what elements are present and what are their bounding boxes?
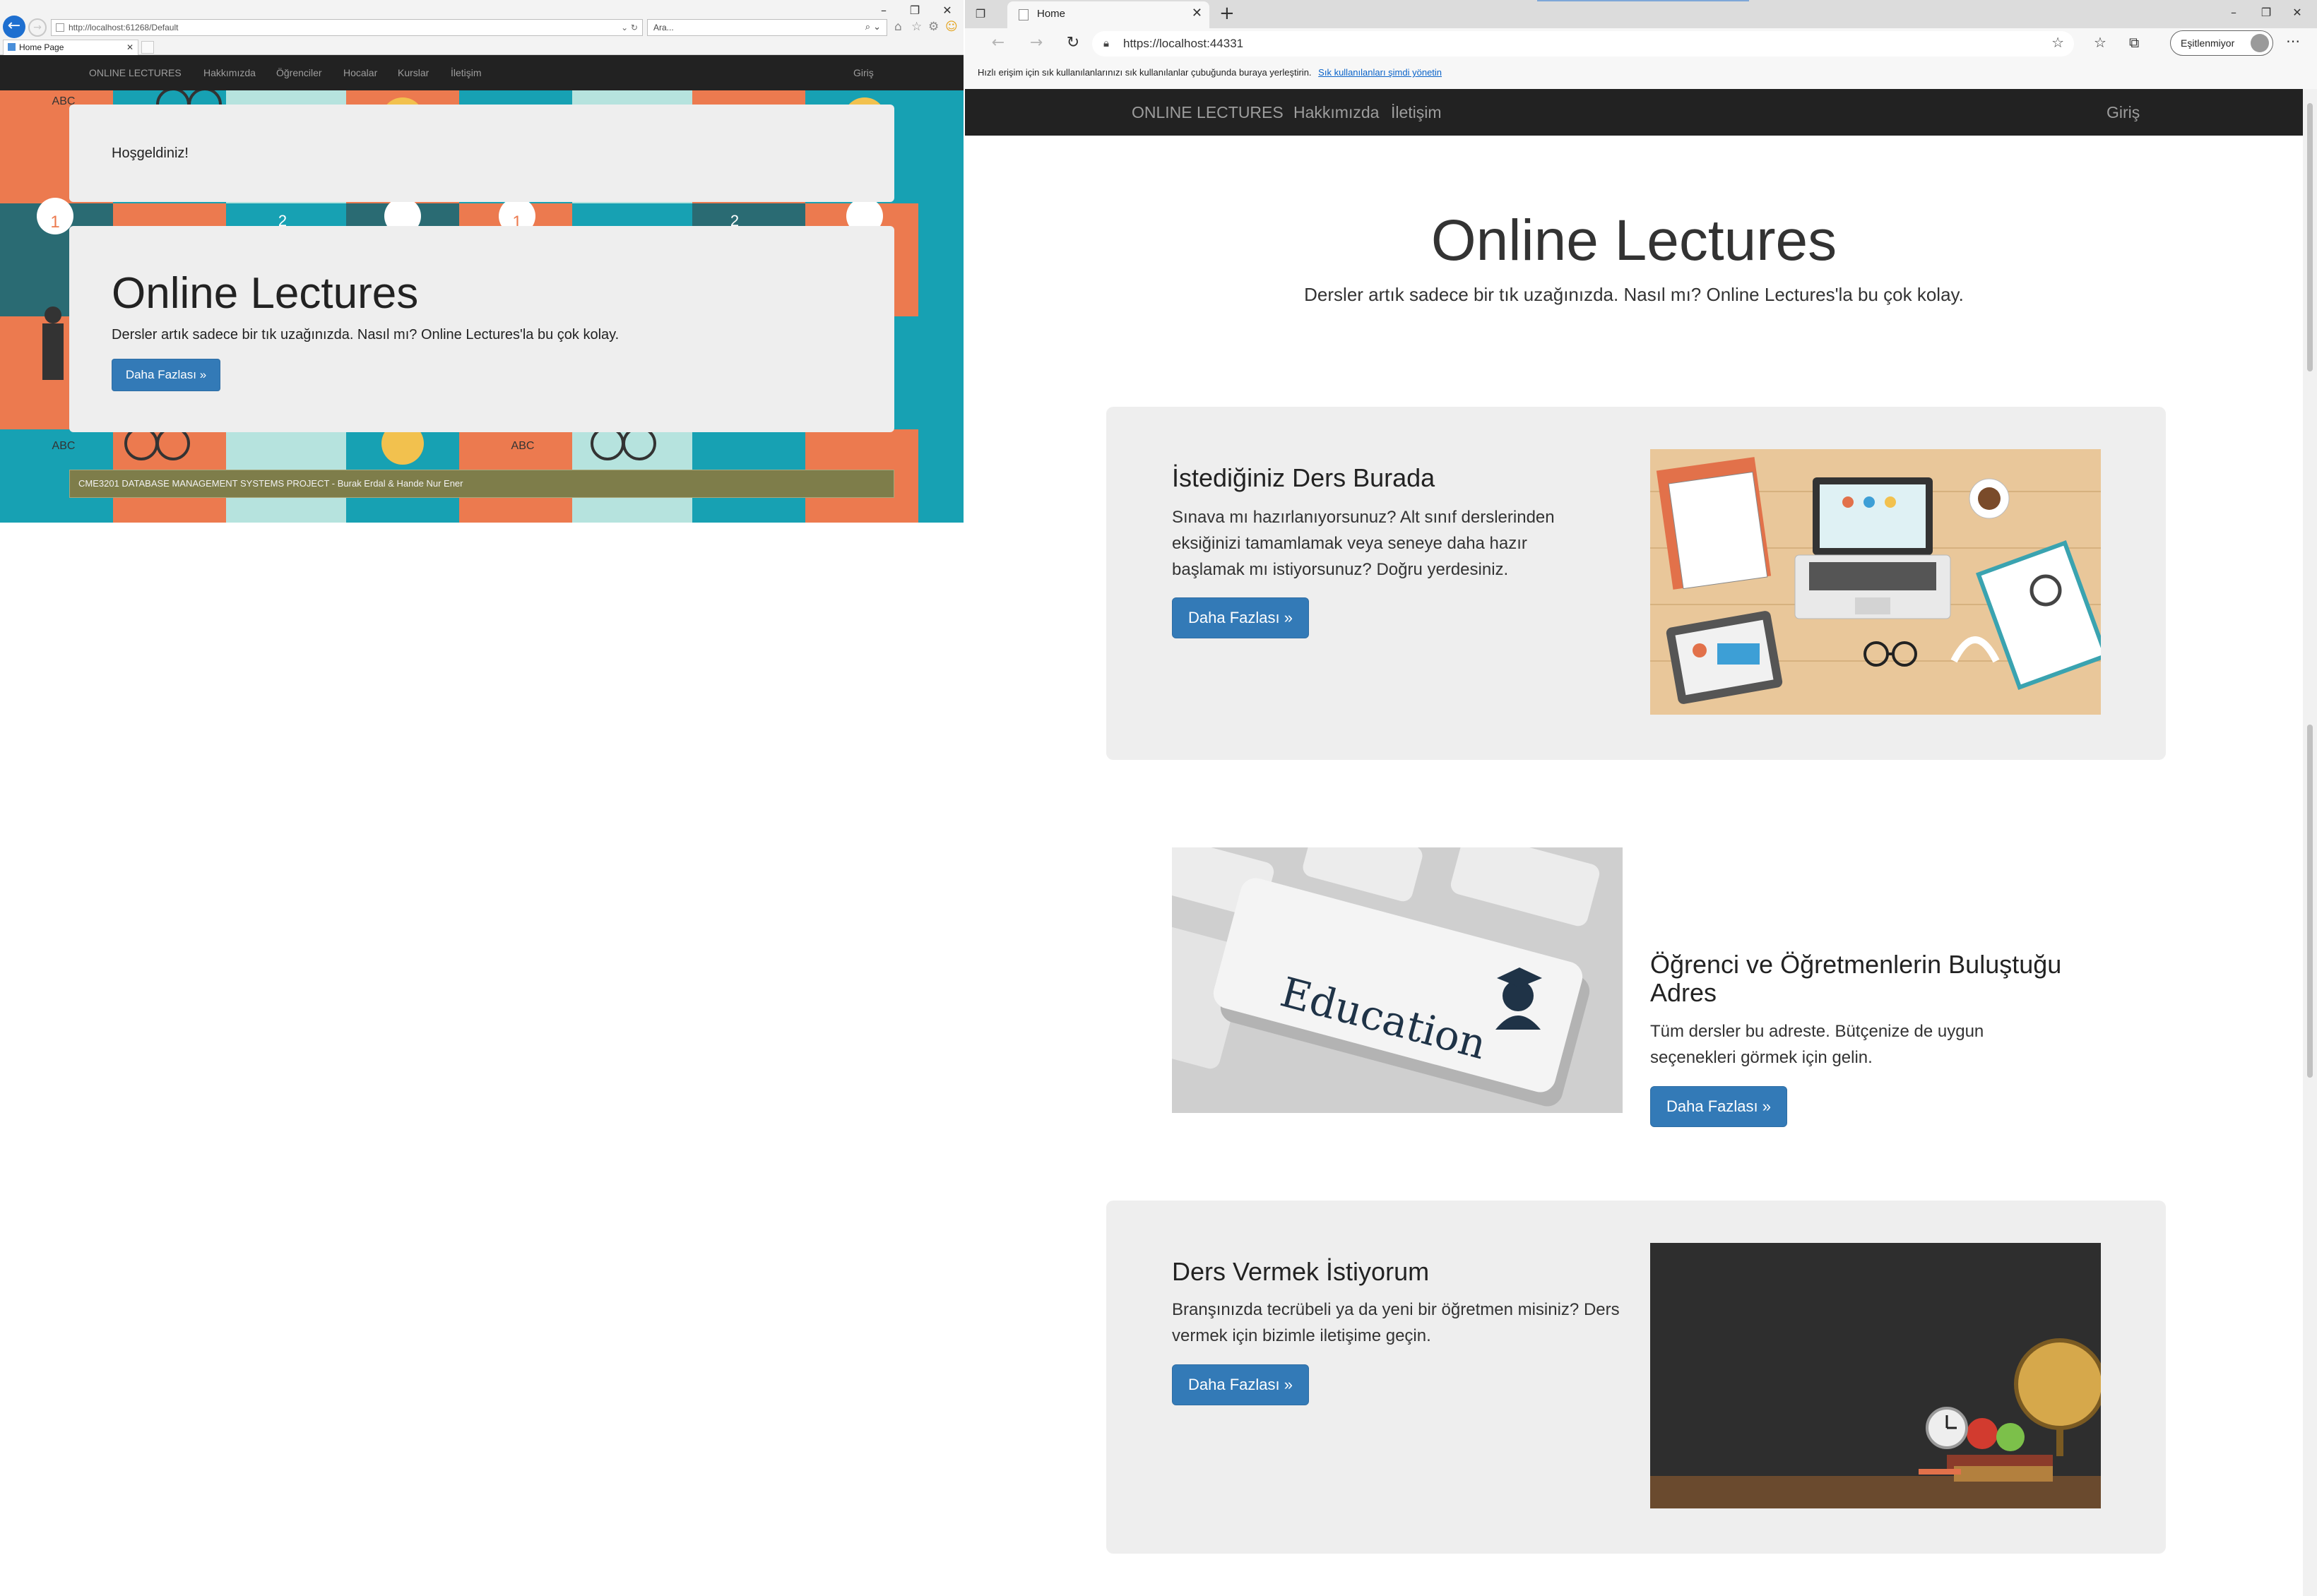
page-icon — [1019, 9, 1029, 20]
restore-button[interactable]: ❐ — [2252, 3, 2280, 23]
close-window-button[interactable]: ✕ — [937, 3, 958, 18]
badge-one-label: 1 — [50, 213, 59, 232]
search-icon[interactable]: ⌕ ⌄ — [865, 20, 881, 35]
feature-card-course: İstediğiniz Ders Burada Sınava mı hazırl… — [1106, 407, 2166, 760]
forward-icon[interactable]: → — [1026, 32, 1047, 54]
star-icon[interactable]: ☆ — [911, 20, 922, 34]
new-tab-button[interactable]: + — [1219, 3, 1235, 24]
navbar: ONLINE LECTURES Hakkımızda İletişim Giri… — [965, 89, 2303, 136]
feature-text: Sınava mı hazırlanıyorsunuz? Alt sınıf d… — [1172, 508, 1555, 579]
manage-favorites-link[interactable]: Sık kullanılanları şimdi yönetin — [1318, 67, 1442, 78]
loading-indicator — [1537, 0, 1749, 1]
nav-login[interactable]: Giriş — [853, 55, 874, 90]
nav-brand[interactable]: ONLINE LECTURES — [89, 55, 182, 90]
address-bar[interactable]: http://localhost:61268/Default ⌄ ↻ — [51, 19, 643, 36]
jumbotron: Online Lectures Dersler artık sadece bir… — [69, 226, 894, 432]
page-viewport: ONLINE LECTURES Hakkımızda İletişim Giri… — [965, 89, 2303, 1596]
nav-item-ogrenciler[interactable]: Öğrenciler — [276, 55, 322, 90]
add-favorite-icon[interactable]: ☆ — [2051, 34, 2064, 51]
smiley-icon[interactable]: ☺ — [945, 20, 958, 34]
ie-browser-window: – ❐ ✕ ← → http://localhost:61268/Default… — [0, 0, 964, 523]
close-tab-icon[interactable]: ✕ — [126, 40, 134, 54]
welcome-text: Hoşgeldiniz! — [112, 145, 189, 161]
tab-title: Home — [1037, 8, 1066, 20]
refresh-icon[interactable]: ↻ — [1062, 32, 1084, 54]
nav-item-hakkimizda[interactable]: Hakkımızda — [203, 55, 256, 90]
nav-login[interactable]: Giriş — [2106, 89, 2140, 136]
back-icon[interactable]: ← — [988, 32, 1009, 54]
nav-brand[interactable]: ONLINE LECTURES — [1132, 89, 1284, 136]
feature-text: Tüm dersler bu adreste. Bütçenize de uyg… — [1650, 1022, 1984, 1067]
tab-actions-icon[interactable]: ❐ — [972, 6, 989, 23]
nav-item-hakkimizda[interactable]: Hakkımızda — [1293, 89, 1379, 136]
collections-icon[interactable]: ⧉ — [2129, 34, 2139, 51]
profile-status: Eşitlenmiyor — [2181, 37, 2235, 49]
favorites-bar-text: Hızlı erişim için sık kullanılanlarınızı… — [978, 67, 1312, 78]
address-bar[interactable]: 🔒︎ https://localhost:44331 ☆ — [1092, 31, 2074, 56]
hero-title: Online Lectures — [1430, 208, 1837, 273]
education-keyboard-image: Education — [1172, 847, 1623, 1113]
chalkboard-image — [1650, 1243, 2101, 1508]
abc-label: ABC — [511, 440, 535, 452]
edge-browser-window: ❐ Home ✕ + – ❐ ✕ ← → ↻ 🔒︎ https://localh… — [965, 0, 2317, 1596]
feature-title: İstediğiniz Ders Burada — [1172, 463, 1435, 492]
more-icon[interactable]: ⋯ — [2286, 32, 2300, 49]
desk-laptop-image — [1650, 449, 2101, 715]
tab-home-page[interactable]: Home Page ✕ — [3, 40, 138, 55]
ie-browser-chrome: – ❐ ✕ ← → http://localhost:61268/Default… — [0, 0, 964, 55]
forward-icon[interactable]: → — [28, 18, 47, 37]
jumbotron-text: Dersler artık sadece bir tık uzağınızda.… — [112, 327, 620, 343]
lock-icon[interactable]: 🔒︎ — [1103, 37, 1109, 49]
page-icon — [56, 23, 64, 32]
home-icon[interactable]: ⌂ — [894, 20, 902, 34]
more-button[interactable]: Daha Fazlası » — [1172, 597, 1309, 638]
page-icon — [8, 43, 16, 51]
scrollbar-thumb[interactable] — [2307, 103, 2313, 371]
nav-item-iletisim[interactable]: İletişim — [1391, 89, 1442, 136]
feature-title: Ders Vermek İstiyorum — [1172, 1257, 1430, 1286]
refresh-icon[interactable]: ⌄ ↻ — [621, 20, 638, 35]
nav-item-kurslar[interactable]: Kurslar — [398, 55, 429, 90]
profile-button[interactable]: Eşitlenmiyor — [2170, 30, 2273, 56]
search-placeholder: Ara... — [653, 23, 674, 32]
avatar — [2251, 34, 2269, 52]
feature-card-teach: Ders Vermek İstiyorum Branşınızda tecrüb… — [1106, 1201, 2166, 1554]
edge-toolbar: ← → ↻ 🔒︎ https://localhost:44331 ☆ ☆ ⧉ E… — [965, 28, 2317, 61]
address-url: http://localhost:61268/Default — [69, 23, 179, 32]
nav-item-iletisim[interactable]: İletişim — [451, 55, 482, 90]
abc-label: ABC — [52, 440, 76, 452]
page-content: 1 1 2 2 ABC ABC ABC Hoşgeldiniz! Online … — [0, 90, 964, 523]
new-tab-button[interactable] — [141, 41, 154, 54]
hero-text: Dersler artık sadece bir tık uzağınızda.… — [1304, 284, 1964, 305]
minimize-button[interactable]: – — [873, 3, 894, 18]
more-button[interactable]: Daha Fazlası » — [112, 359, 220, 391]
nav-item-hocalar[interactable]: Hocalar — [343, 55, 377, 90]
feature-card-address: Education Öğrenci ve Öğretmenlerin Buluş… — [1106, 795, 2166, 1148]
tab-home[interactable]: Home ✕ — [1007, 1, 1209, 28]
favorites-bar: Hızlı erişim için sık kullanılanlarınızı… — [965, 61, 2317, 89]
footer: CME3201 DATABASE MANAGEMENT SYSTEMS PROJ… — [69, 470, 894, 498]
jumbotron-title: Online Lectures — [112, 269, 419, 318]
close-window-button[interactable]: ✕ — [2283, 3, 2311, 23]
edge-title-bar: ❐ Home ✕ + – ❐ ✕ — [965, 0, 2317, 28]
navbar: ONLINE LECTURES Hakkımızda Öğrenciler Ho… — [0, 55, 964, 90]
tab-title: Home Page — [19, 42, 64, 52]
address-url: https://localhost:44331 — [1123, 37, 1244, 50]
restore-button[interactable]: ❐ — [904, 3, 925, 18]
minimize-button[interactable]: – — [2220, 3, 2248, 23]
close-tab-icon[interactable]: ✕ — [1192, 6, 1202, 20]
scrollbar[interactable] — [2303, 89, 2317, 1596]
search-input[interactable]: Ara... ⌕ ⌄ — [647, 19, 887, 36]
favorites-icon[interactable]: ☆ — [2094, 34, 2106, 51]
more-button[interactable]: Daha Fazlası » — [1650, 1086, 1787, 1127]
welcome-card: Hoşgeldiniz! — [69, 105, 894, 202]
back-icon[interactable]: ← — [3, 16, 25, 38]
more-button[interactable]: Daha Fazlası » — [1172, 1364, 1309, 1405]
gear-icon[interactable]: ⚙ — [928, 20, 939, 34]
feature-title: Öğrenci ve Öğretmenlerin Buluştuğu Adres — [1650, 950, 2062, 1007]
scrollbar-thumb[interactable] — [2307, 725, 2313, 1078]
feature-text: Branşınızda tecrübeli ya da yeni bir öğr… — [1172, 1300, 1620, 1345]
